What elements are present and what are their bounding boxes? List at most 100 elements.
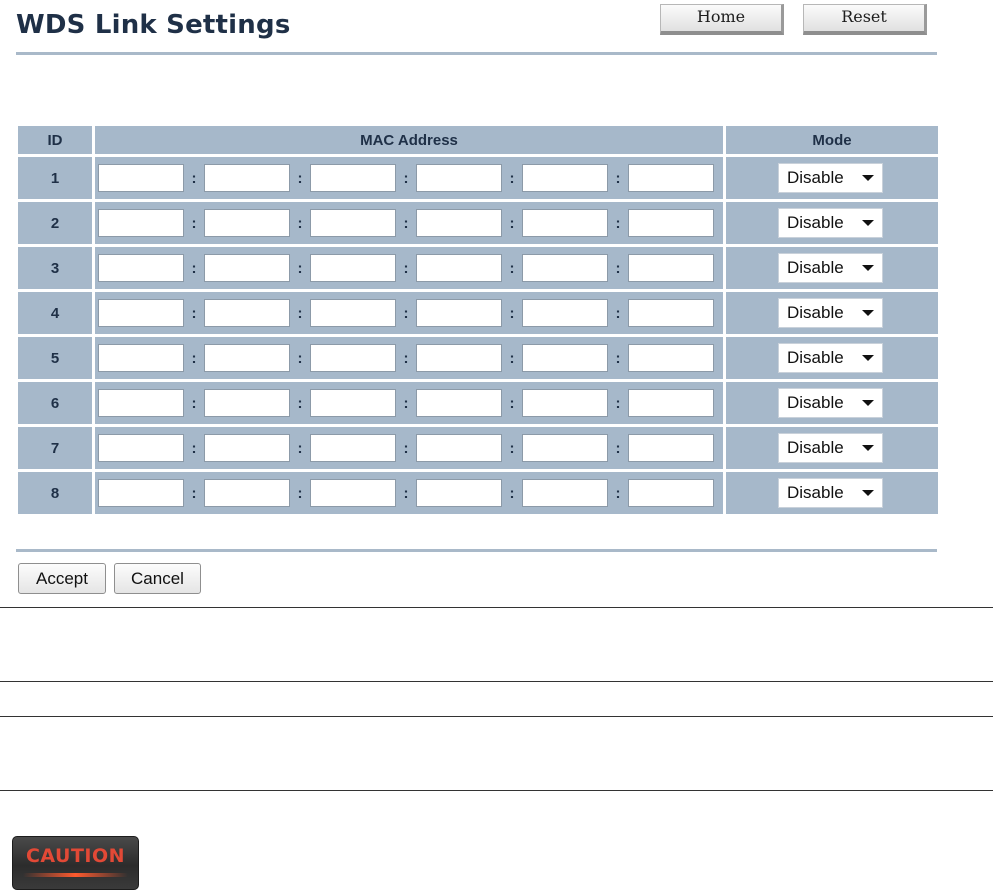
- chevron-down-icon: [862, 310, 874, 316]
- mac-octet-input[interactable]: [522, 254, 608, 282]
- mac-octet-input[interactable]: [416, 164, 502, 192]
- table-row: 6::::: Disable: [18, 382, 938, 424]
- mac-octet-input[interactable]: [204, 299, 290, 327]
- mac-octet-input[interactable]: [522, 389, 608, 417]
- mac-octet-input[interactable]: [628, 209, 714, 237]
- mac-separator: :: [297, 439, 303, 457]
- chevron-down-icon: [862, 445, 874, 451]
- mac-octet-input[interactable]: [628, 164, 714, 192]
- mac-address-fields: :::::: [95, 344, 723, 372]
- mac-octet-input[interactable]: [310, 254, 396, 282]
- mac-octet-input[interactable]: [628, 479, 714, 507]
- mac-octet-input[interactable]: [628, 254, 714, 282]
- mac-octet-input[interactable]: [310, 479, 396, 507]
- mac-octet-input[interactable]: [310, 344, 396, 372]
- mode-select[interactable]: Disable: [778, 298, 883, 328]
- mac-octet-input[interactable]: [204, 479, 290, 507]
- mode-select[interactable]: Disable: [778, 433, 883, 463]
- mac-octet-input[interactable]: [416, 479, 502, 507]
- table-row: 7::::: Disable: [18, 427, 938, 469]
- mac-separator: :: [615, 214, 621, 232]
- mac-octet-input[interactable]: [204, 164, 290, 192]
- mac-octet-input[interactable]: [98, 209, 184, 237]
- mac-octet-input[interactable]: [628, 299, 714, 327]
- mac-address-fields: :::::: [95, 479, 723, 507]
- mac-octet-input[interactable]: [310, 434, 396, 462]
- chevron-down-icon: [862, 175, 874, 181]
- mac-octet-input[interactable]: [204, 344, 290, 372]
- mac-octet-input[interactable]: [204, 209, 290, 237]
- mac-address-cell: :::::: [95, 202, 723, 244]
- mac-separator: :: [615, 394, 621, 412]
- mode-select[interactable]: Disable: [778, 343, 883, 373]
- divider-line: [0, 716, 993, 717]
- mac-octet-input[interactable]: [522, 299, 608, 327]
- mac-address-fields: :::::: [95, 254, 723, 282]
- mac-separator: :: [297, 214, 303, 232]
- table-row: 3::::: Disable: [18, 247, 938, 289]
- cancel-button[interactable]: Cancel: [114, 563, 201, 594]
- mode-cell: Disable: [726, 337, 938, 379]
- accept-button[interactable]: Accept: [18, 563, 106, 594]
- mac-separator: :: [509, 214, 515, 232]
- mode-cell: Disable: [726, 202, 938, 244]
- mode-cell: Disable: [726, 472, 938, 514]
- mac-octet-input[interactable]: [522, 164, 608, 192]
- mac-address-fields: :::::: [95, 389, 723, 417]
- mac-octet-input[interactable]: [98, 254, 184, 282]
- mac-separator: :: [403, 259, 409, 277]
- mac-separator: :: [509, 349, 515, 367]
- mode-select[interactable]: Disable: [778, 253, 883, 283]
- row-id: 5: [18, 337, 92, 379]
- mac-separator: :: [509, 394, 515, 412]
- table-row: 5::::: Disable: [18, 337, 938, 379]
- mac-address-cell: :::::: [95, 337, 723, 379]
- mac-separator: :: [191, 214, 197, 232]
- mac-separator: :: [403, 304, 409, 322]
- mac-octet-input[interactable]: [522, 434, 608, 462]
- mac-octet-input[interactable]: [310, 299, 396, 327]
- mac-octet-input[interactable]: [416, 389, 502, 417]
- caution-label: CAUTION: [25, 845, 126, 867]
- mac-octet-input[interactable]: [98, 479, 184, 507]
- mac-octet-input[interactable]: [98, 434, 184, 462]
- mac-octet-input[interactable]: [310, 209, 396, 237]
- mode-select[interactable]: Disable: [778, 388, 883, 418]
- chevron-down-icon: [862, 265, 874, 271]
- mac-octet-input[interactable]: [310, 389, 396, 417]
- mac-octet-input[interactable]: [98, 344, 184, 372]
- mac-octet-input[interactable]: [98, 389, 184, 417]
- mac-separator: :: [191, 169, 197, 187]
- mode-select[interactable]: Disable: [778, 163, 883, 193]
- mac-octet-input[interactable]: [204, 434, 290, 462]
- mac-address-cell: :::::: [95, 472, 723, 514]
- mac-octet-input[interactable]: [522, 209, 608, 237]
- reset-button[interactable]: Reset: [803, 4, 927, 35]
- mac-separator: :: [297, 394, 303, 412]
- mode-select[interactable]: Disable: [778, 208, 883, 238]
- mac-octet-input[interactable]: [310, 164, 396, 192]
- mac-octet-input[interactable]: [204, 389, 290, 417]
- mac-octet-input[interactable]: [416, 209, 502, 237]
- mac-octet-input[interactable]: [416, 254, 502, 282]
- mac-octet-input[interactable]: [522, 344, 608, 372]
- mac-octet-input[interactable]: [416, 344, 502, 372]
- mac-octet-input[interactable]: [522, 479, 608, 507]
- mac-octet-input[interactable]: [204, 254, 290, 282]
- mode-select[interactable]: Disable: [778, 478, 883, 508]
- mac-address-fields: :::::: [95, 164, 723, 192]
- column-header-id: ID: [18, 126, 92, 154]
- mac-octet-input[interactable]: [416, 434, 502, 462]
- mac-octet-input[interactable]: [98, 299, 184, 327]
- mac-octet-input[interactable]: [416, 299, 502, 327]
- mac-octet-input[interactable]: [628, 434, 714, 462]
- row-id: 7: [18, 427, 92, 469]
- mode-select-value: Disable: [787, 303, 844, 322]
- mac-separator: :: [615, 349, 621, 367]
- mac-octet-input[interactable]: [628, 389, 714, 417]
- table-row: 4::::: Disable: [18, 292, 938, 334]
- mode-select-value: Disable: [787, 213, 844, 232]
- home-button[interactable]: Home: [660, 4, 784, 35]
- mac-octet-input[interactable]: [628, 344, 714, 372]
- mac-octet-input[interactable]: [98, 164, 184, 192]
